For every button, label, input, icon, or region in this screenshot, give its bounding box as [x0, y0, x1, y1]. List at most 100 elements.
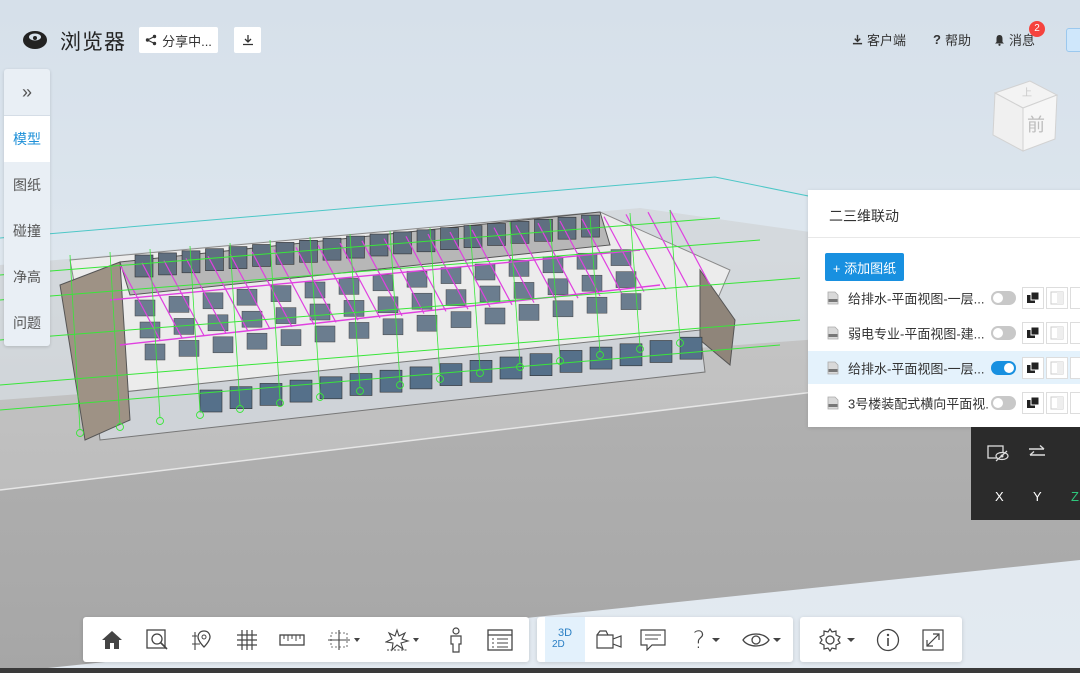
more-button[interactable] — [1070, 321, 1080, 344]
window — [406, 270, 428, 288]
view-mode-icon: 3D 2D — [552, 627, 578, 653]
left-nav: » 模型 图纸 碰撞 净高 问题 — [4, 69, 50, 346]
avatar[interactable] — [1066, 28, 1080, 52]
split-view-icon — [1050, 326, 1064, 339]
toolbar-group-settings — [800, 617, 962, 662]
window — [409, 366, 433, 390]
hide-view-icon[interactable] — [986, 443, 1010, 463]
section-box-button[interactable] — [321, 617, 369, 662]
window — [349, 373, 373, 396]
more-button[interactable] — [1070, 391, 1080, 414]
axis-y-button[interactable]: Y — [1033, 489, 1042, 504]
info-button[interactable] — [868, 617, 908, 662]
drawing-row[interactable]: 弱电专业-平面视图-建... — [808, 316, 1080, 349]
window — [348, 322, 370, 339]
dwg-file-icon — [827, 291, 839, 304]
overlay-icon — [1027, 291, 1040, 303]
window — [280, 329, 302, 346]
add-drawing-button[interactable]: + 添加图纸 — [825, 253, 904, 281]
drawing-toggle[interactable] — [991, 325, 1016, 340]
window — [372, 274, 394, 292]
divider — [808, 237, 1080, 238]
properties-button[interactable] — [480, 617, 520, 662]
settings-dropdown-button[interactable] — [812, 617, 862, 662]
client-link[interactable]: 客户端 — [852, 30, 906, 49]
split-mode-button[interactable] — [1046, 286, 1068, 309]
window — [679, 336, 703, 360]
help-dropdown-button[interactable]: ? — [683, 617, 731, 662]
nav-item-issues[interactable]: 问题 — [4, 300, 50, 346]
window — [212, 336, 234, 354]
nav-item-collision[interactable]: 碰撞 — [4, 208, 50, 254]
comment-icon — [640, 628, 666, 651]
window — [450, 311, 472, 328]
panel-title: 二三维联动 — [829, 208, 899, 224]
window — [168, 296, 190, 313]
explode-button[interactable] — [379, 617, 427, 662]
nav-item-model[interactable]: 模型 — [4, 116, 50, 162]
chevron-down-icon — [712, 637, 721, 642]
visibility-dropdown-button[interactable] — [737, 617, 787, 662]
toolbar-group-view: 3D 2D ? — [537, 617, 793, 662]
split-mode-button[interactable] — [1046, 391, 1068, 414]
drawing-toggle[interactable] — [991, 395, 1016, 410]
overlay-mode-button[interactable] — [1022, 391, 1044, 414]
grid-icon — [237, 629, 257, 650]
walk-mode-button[interactable] — [436, 617, 476, 662]
drawing-row[interactable]: 给排水-平面视图-一层... — [808, 281, 1080, 314]
properties-icon — [487, 628, 513, 651]
drawing-row[interactable]: 给排水-平面视图-一层... — [808, 351, 1080, 384]
split-mode-button[interactable] — [1046, 356, 1068, 379]
window — [440, 267, 462, 284]
more-button[interactable] — [1070, 286, 1080, 309]
overlay-icon — [1027, 361, 1040, 373]
overlay-mode-button[interactable] — [1022, 321, 1044, 344]
nav-item-drawings[interactable]: 图纸 — [4, 162, 50, 208]
chevron-down-icon — [773, 637, 781, 642]
zoom-window-icon — [146, 628, 168, 650]
nav-item-clearance[interactable]: 净高 — [4, 254, 50, 300]
swap-icon[interactable] — [1027, 444, 1047, 460]
share-button[interactable]: 分享中... — [139, 27, 218, 53]
camera-button[interactable] — [589, 617, 629, 662]
settings-icon — [819, 627, 841, 652]
drawing-toggle[interactable] — [991, 290, 1016, 305]
grid-button[interactable] — [227, 617, 267, 662]
overlay-icon — [1027, 326, 1040, 338]
help-link[interactable]: ? 帮助 — [933, 30, 971, 49]
client-label: 客户端 — [867, 33, 907, 48]
drawing-row[interactable]: 3号楼装配式横向平面视... — [808, 386, 1080, 419]
comment-button[interactable] — [633, 617, 673, 662]
window — [439, 363, 463, 386]
split-mode-button[interactable] — [1046, 321, 1068, 344]
axis-x-button[interactable]: X — [995, 489, 1004, 504]
view-mode-toggle[interactable]: 3D 2D — [545, 617, 585, 662]
window — [289, 379, 313, 403]
drawing-name: 弱电专业-平面视图-建... — [848, 326, 985, 341]
measure-button[interactable] — [272, 617, 312, 662]
messages-link[interactable]: 消息 — [994, 30, 1035, 49]
messages-badge: 2 — [1029, 21, 1045, 37]
overlay-mode-button[interactable] — [1022, 356, 1044, 379]
axis-panel: X Y Z — [971, 427, 1080, 520]
section-box-icon — [328, 629, 360, 650]
viewcube-front-label: 前 — [1027, 115, 1045, 136]
download-button[interactable] — [234, 27, 261, 53]
nav-collapse-button[interactable]: » — [4, 69, 50, 116]
ruler-icon — [279, 633, 305, 646]
location-pin-button[interactable] — [182, 617, 222, 662]
dwg-file-icon — [827, 361, 839, 374]
zoom-window-button[interactable] — [137, 617, 177, 662]
drawing-toggle[interactable] — [991, 360, 1016, 375]
drawing-name: 给排水-平面视图-一层... — [848, 291, 985, 306]
view-cube[interactable]: 上 前 — [985, 73, 1065, 158]
window — [547, 278, 569, 296]
window — [314, 325, 336, 343]
fullscreen-button[interactable] — [913, 617, 953, 662]
axis-z-button[interactable]: Z — [1071, 489, 1079, 504]
overlay-mode-button[interactable] — [1022, 286, 1044, 309]
more-button[interactable] — [1070, 356, 1080, 379]
explode-icon — [385, 627, 419, 652]
view-mode-3d-label: 3D — [558, 626, 573, 639]
home-button[interactable] — [92, 617, 132, 662]
